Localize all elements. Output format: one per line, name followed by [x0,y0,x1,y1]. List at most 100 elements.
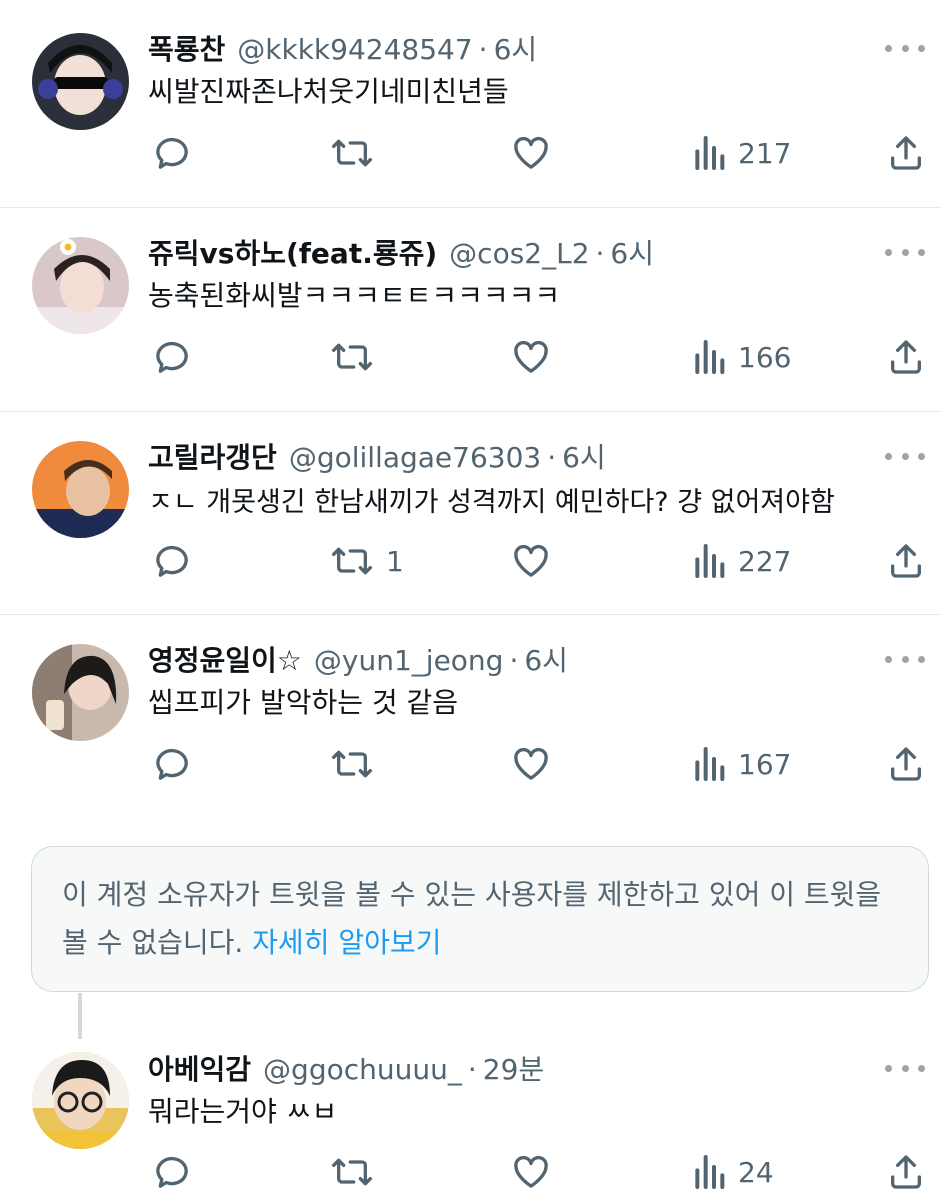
user-handle[interactable]: @ggochuuuu_ [263,1053,462,1086]
views-button[interactable]: 167 [692,742,791,786]
avatar[interactable] [32,237,129,334]
tweet-header: 영정윤일이☆ @yun1_jeong · 6시 [148,639,568,679]
reply-icon [156,545,188,577]
like-icon [514,747,548,780]
tweet-header: 폭룡찬 @kkkk94248547 · 6시 [148,28,537,68]
share-button[interactable] [886,131,926,175]
retweet-button[interactable] [330,742,386,786]
reply-button[interactable] [152,335,204,379]
views-button[interactable]: 227 [692,539,791,583]
more-icon[interactable] [885,38,925,58]
retweet-button[interactable]: 1 [330,539,404,583]
action-bar: 217 [148,131,928,175]
like-icon [514,1155,548,1188]
view-count: 217 [738,136,792,170]
share-icon [891,1155,921,1189]
more-icon[interactable] [885,446,925,466]
avatar[interactable] [32,33,129,130]
like-icon [514,136,548,169]
action-bar: 166 [148,335,928,379]
retweet-icon [331,547,372,575]
more-icon[interactable] [885,649,925,669]
reply-icon [156,748,188,780]
tweet-header: 아베익감 @ggochuuuu_ · 29분 [148,1048,544,1088]
tweet-text: 농축된화씨발ㅋㅋㅋㅌㅌㅋㅋㅋㅋㅋ [148,279,561,312]
share-button[interactable] [886,1150,926,1194]
retweet-button[interactable] [330,1150,386,1194]
user-handle[interactable]: @yun1_jeong [314,644,504,677]
views-icon [695,136,725,170]
like-button[interactable] [510,131,564,175]
user-name[interactable]: 폭룡찬 [148,28,225,68]
tweet-text: ㅈㄴ 개못생긴 한남새끼가 성격까지 예민하다? 걍 없어져야함 [148,487,835,518]
reply-button[interactable] [152,131,204,175]
tweet-text: 씨발진짜존나처웃기네미친년들 [148,75,509,108]
view-count: 167 [738,747,792,781]
retweet-button[interactable] [330,131,386,175]
view-count: 24 [738,1155,774,1189]
retweet-button[interactable] [330,335,386,379]
avatar[interactable] [32,441,129,538]
tweet-item[interactable]: 아베익감 @ggochuuuu_ · 29분 뭐라는거야 ㅆㅂ 24 [0,1024,941,1200]
retweet-icon [331,750,372,778]
tweet-item[interactable]: 쥬릭vs하노(feat.룡쥬) @cos2_L2 · 6시 농축된화씨발ㅋㅋㅋㅌ… [0,208,941,412]
retweet-icon [331,343,372,371]
like-button[interactable] [510,742,564,786]
share-button[interactable] [886,539,926,583]
more-icon[interactable] [885,1058,925,1078]
timestamp[interactable]: 6시 [524,639,568,679]
timestamp[interactable]: 29분 [483,1048,544,1088]
views-button[interactable]: 24 [692,1150,774,1194]
user-name[interactable]: 쥬릭vs하노(feat.룡쥬) [148,232,437,272]
view-count: 166 [738,340,792,374]
action-bar: 167 [148,742,928,786]
share-button[interactable] [886,335,926,379]
reply-button[interactable] [152,1150,204,1194]
tweet-text: 뭐라는거야 ㅆㅂ [148,1095,338,1128]
views-icon [695,544,725,578]
reply-icon [156,137,188,169]
restricted-tweet-notice: 이 계정 소유자가 트윗을 볼 수 있는 사용자를 제한하고 있어 이 트윗을 … [31,846,929,992]
share-icon [891,136,921,170]
retweet-icon [331,1158,372,1186]
view-count: 227 [738,544,792,578]
reply-button[interactable] [152,539,204,583]
views-button[interactable]: 166 [692,335,791,379]
views-button[interactable]: 217 [692,131,791,175]
user-handle[interactable]: @kkkk94248547 [237,33,472,66]
views-icon [695,1155,725,1189]
retweet-count: 1 [386,544,404,578]
tweet-item[interactable]: 영정윤일이☆ @yun1_jeong · 6시 씹프피가 발악하는 것 같음 1… [0,615,941,835]
separator: · [547,441,557,474]
tweet-header: 쥬릭vs하노(feat.룡쥬) @cos2_L2 · 6시 [148,232,654,272]
tweet-item[interactable]: 폭룡찬 @kkkk94248547 · 6시 씨발진짜존나처웃기네미친년들 21… [0,0,941,208]
tweet-text: 씹프피가 발악하는 것 같음 [148,686,459,719]
user-name[interactable]: 고릴라갱단 [148,436,277,476]
reply-button[interactable] [152,742,204,786]
retweet-icon [331,139,372,167]
share-button[interactable] [886,742,926,786]
user-name[interactable]: 영정윤일이☆ [148,639,302,679]
user-name[interactable]: 아베익감 [148,1048,251,1088]
like-button[interactable] [510,335,564,379]
avatar[interactable] [32,1052,129,1149]
share-icon [891,544,921,578]
views-icon [695,747,725,781]
like-button[interactable] [510,1150,564,1194]
avatar[interactable] [32,644,129,741]
action-bar: 24 [148,1150,928,1194]
separator: · [478,33,488,66]
timestamp[interactable]: 6시 [562,436,606,476]
timestamp[interactable]: 6시 [494,28,538,68]
tweet-item[interactable]: 고릴라갱단 @golillagae76303 · 6시 ㅈㄴ 개못생긴 한남새끼… [0,412,941,615]
timestamp[interactable]: 6시 [610,232,654,272]
reply-icon [156,341,188,373]
notice-text-block: 이 계정 소유자가 트윗을 볼 수 있는 사용자를 제한하고 있어 이 트윗을 … [62,871,902,967]
more-icon[interactable] [885,242,925,262]
like-button[interactable] [510,539,564,583]
learn-more-link[interactable]: 자세히 알아보기 [252,926,441,959]
user-handle[interactable]: @cos2_L2 [449,237,589,270]
tweet-header: 고릴라갱단 @golillagae76303 · 6시 [148,436,606,476]
separator: · [509,644,519,677]
user-handle[interactable]: @golillagae76303 [289,441,541,474]
